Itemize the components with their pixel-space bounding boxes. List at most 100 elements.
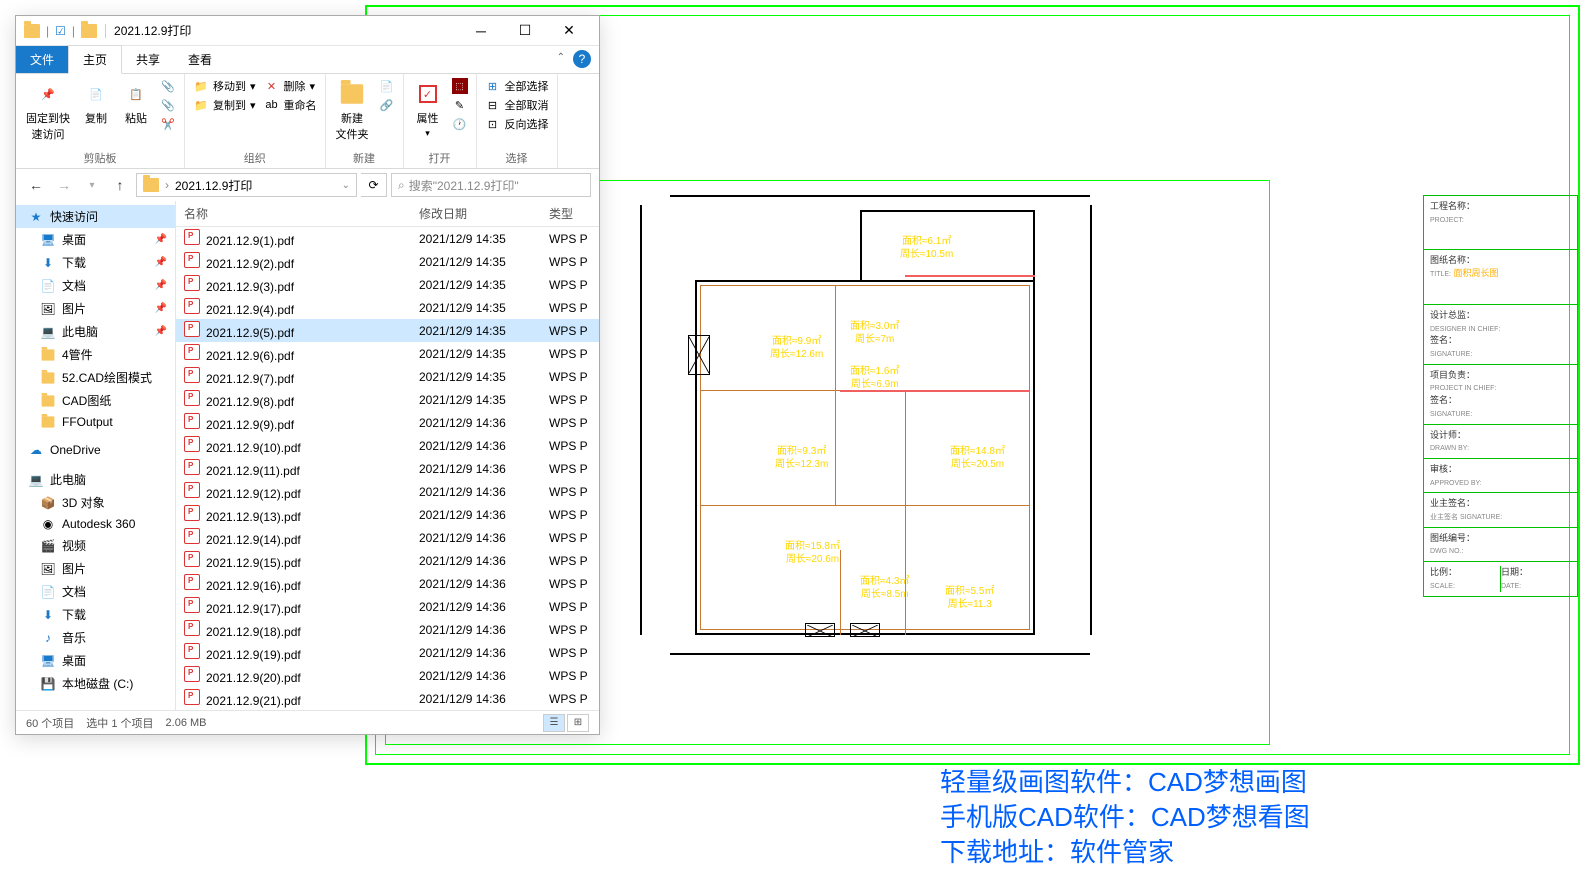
sidebar-music[interactable]: ♪音乐 (16, 626, 175, 649)
sidebar-desktop[interactable]: 🖥桌面📌 (16, 228, 175, 251)
file-row[interactable]: 2021.12.9(16).pdf2021/12/9 14:36WPS P (176, 572, 599, 595)
new-folder-button[interactable]: 新建 文件夹 (334, 78, 371, 144)
wall-div-h2 (700, 505, 1030, 506)
column-headers[interactable]: 名称 修改日期 类型 (176, 201, 599, 227)
new-item-icon[interactable]: 📄 (379, 78, 395, 94)
file-row[interactable]: 2021.12.9(11).pdf2021/12/9 14:36WPS P (176, 457, 599, 480)
tab-file[interactable]: 文件 (16, 46, 68, 73)
properties-button[interactable]: ✓属性▾ (412, 78, 444, 141)
pdf-icon (184, 505, 200, 521)
file-row[interactable]: 2021.12.9(13).pdf2021/12/9 14:36WPS P (176, 503, 599, 526)
titlebar[interactable]: | ☑ | 2021.12.9打印 ─ ☐ ✕ (16, 16, 599, 46)
file-row[interactable]: 2021.12.9(21).pdf2021/12/9 14:36WPS P (176, 687, 599, 710)
sidebar-desktop[interactable]: 🖥桌面 (16, 649, 175, 672)
file-row[interactable]: 2021.12.9(10).pdf2021/12/9 14:36WPS P (176, 434, 599, 457)
sidebar-downloads[interactable]: ⬇下载 (16, 603, 175, 626)
file-row[interactable]: 2021.12.9(18).pdf2021/12/9 14:36WPS P (176, 618, 599, 641)
file-row[interactable]: 2021.12.9(9).pdf2021/12/9 14:36WPS P (176, 411, 599, 434)
paste-button[interactable]: 📋粘贴 (120, 78, 152, 128)
sidebar-this-pc[interactable]: 💻此电脑 (16, 468, 175, 491)
col-type[interactable]: 类型 (549, 205, 591, 222)
file-row[interactable]: 2021.12.9(17).pdf2021/12/9 14:36WPS P (176, 595, 599, 618)
sidebar-folder[interactable]: CAD图纸 (16, 389, 175, 412)
collapse-ribbon-icon[interactable]: ⌃ (557, 52, 565, 63)
pin-to-quick-button[interactable]: 📌固定到快 速访问 (24, 78, 72, 144)
edit-icon[interactable]: ✎ (452, 97, 468, 113)
file-row[interactable]: 2021.12.9(2).pdf2021/12/9 14:35WPS P (176, 250, 599, 273)
file-row[interactable]: 2021.12.9(3).pdf2021/12/9 14:35WPS P (176, 273, 599, 296)
pdf-icon (184, 275, 200, 291)
file-row[interactable]: 2021.12.9(7).pdf2021/12/9 14:35WPS P (176, 365, 599, 388)
recent-dropdown[interactable]: ▾ (80, 173, 104, 197)
sidebar-onedrive[interactable]: ☁OneDrive (16, 440, 175, 460)
move-to-button[interactable]: 📁移动到 ▾ (193, 78, 256, 94)
forward-button[interactable]: → (52, 173, 76, 197)
sidebar-folder[interactable]: 52.CAD绘图模式 (16, 366, 175, 389)
sidebar-quick-access[interactable]: ★快速访问 (16, 205, 175, 228)
col-name[interactable]: 名称 (184, 205, 419, 222)
paste-shortcut-icon[interactable]: 📎 (160, 97, 176, 113)
sidebar-documents[interactable]: 📄文档📌 (16, 274, 175, 297)
tab-home[interactable]: 主页 (68, 45, 122, 74)
up-button[interactable]: ↑ (108, 173, 132, 197)
sidebar-videos[interactable]: 🎬视频 (16, 534, 175, 557)
file-row[interactable]: 2021.12.9(5).pdf2021/12/9 14:35WPS P (176, 319, 599, 342)
refresh-button[interactable]: ⟳ (361, 173, 387, 197)
search-input[interactable]: ⌕ 搜索"2021.12.9打印" (391, 173, 591, 197)
rename-button[interactable]: ab重命名 (264, 97, 317, 113)
copy-path-icon[interactable]: 📎 (160, 78, 176, 94)
sidebar-pictures[interactable]: 🖼图片 (16, 557, 175, 580)
minimize-button[interactable]: ─ (459, 17, 503, 45)
group-open: 打开 (412, 150, 468, 166)
pdf-icon (184, 298, 200, 314)
delete-button[interactable]: ✕删除 ▾ (264, 78, 317, 94)
sidebar-downloads[interactable]: ⬇下载📌 (16, 251, 175, 274)
open-icon[interactable]: ⬚ (452, 78, 468, 94)
file-row[interactable]: 2021.12.9(12).pdf2021/12/9 14:36WPS P (176, 480, 599, 503)
easy-access-icon[interactable]: 🔗 (379, 97, 395, 113)
file-row[interactable]: 2021.12.9(19).pdf2021/12/9 14:36WPS P (176, 641, 599, 664)
copy-to-button[interactable]: 📁复制到 ▾ (193, 97, 256, 113)
qat-checkbox-icon[interactable]: ☑ (55, 24, 66, 38)
address-bar: ← → ▾ ↑ › 2021.12.9打印 ⌄ ⟳ ⌕ 搜索"2021.12.9… (16, 169, 599, 201)
navigation-pane[interactable]: ★快速访问 🖥桌面📌 ⬇下载📌 📄文档📌 🖼图片📌 💻此电脑📌 4管件 52.C… (16, 201, 176, 710)
sidebar-thispc[interactable]: 💻此电脑📌 (16, 320, 175, 343)
file-row[interactable]: 2021.12.9(1).pdf2021/12/9 14:35WPS P (176, 227, 599, 250)
tab-share[interactable]: 共享 (122, 46, 174, 73)
maximize-button[interactable]: ☐ (503, 17, 547, 45)
sidebar-pictures[interactable]: 🖼图片📌 (16, 297, 175, 320)
sidebar-3d-objects[interactable]: 📦3D 对象 (16, 491, 175, 514)
address-input[interactable]: › 2021.12.9打印 ⌄ (136, 173, 357, 197)
file-list[interactable]: 名称 修改日期 类型 2021.12.9(1).pdf2021/12/9 14:… (176, 201, 599, 710)
file-row[interactable]: 2021.12.9(8).pdf2021/12/9 14:35WPS P (176, 388, 599, 411)
group-select: 选择 (485, 150, 549, 166)
cut-icon[interactable]: ✂️ (160, 116, 176, 132)
sidebar-folder[interactable]: 4管件 (16, 343, 175, 366)
sidebar-disk-c[interactable]: 💾本地磁盘 (C:) (16, 672, 175, 695)
file-row[interactable]: 2021.12.9(6).pdf2021/12/9 14:35WPS P (176, 342, 599, 365)
help-button[interactable]: ? (573, 50, 591, 68)
file-row[interactable]: 2021.12.9(15).pdf2021/12/9 14:36WPS P (176, 549, 599, 572)
invert-selection-button[interactable]: ⊡反向选择 (485, 116, 549, 132)
file-row[interactable]: 2021.12.9(4).pdf2021/12/9 14:35WPS P (176, 296, 599, 319)
col-date[interactable]: 修改日期 (419, 205, 549, 222)
sidebar-documents[interactable]: 📄文档 (16, 580, 175, 603)
sidebar-folder[interactable]: FFOutput (16, 412, 175, 432)
sidebar-autodesk[interactable]: ◉Autodesk 360 (16, 514, 175, 534)
copy-button[interactable]: 📄复制 (80, 78, 112, 128)
file-row[interactable]: 2021.12.9(20).pdf2021/12/9 14:36WPS P (176, 664, 599, 687)
select-none-button[interactable]: ⊟全部取消 (485, 97, 549, 113)
icons-view-button[interactable]: ⊞ (567, 714, 589, 732)
room-label: 面积≈4.3㎡周长≈8.5m (860, 575, 909, 601)
close-button[interactable]: ✕ (547, 17, 591, 45)
tab-view[interactable]: 查看 (174, 46, 226, 73)
history-icon[interactable]: 🕐 (452, 116, 468, 132)
window-1 (805, 623, 835, 637)
details-view-button[interactable]: ☰ (543, 714, 565, 732)
room-label: 面积≈15.8㎡周长≈20.6m (785, 540, 840, 566)
back-button[interactable]: ← (24, 173, 48, 197)
select-all-button[interactable]: ⊞全部选择 (485, 78, 549, 94)
file-row[interactable]: 2021.12.9(14).pdf2021/12/9 14:36WPS P (176, 526, 599, 549)
folder-icon (81, 24, 97, 38)
floor-plan: 面积≈6.1㎡周长≈10.5m面积≈3.0㎡周长≈7m面积≈9.9㎡周长≈12.… (640, 195, 1130, 665)
